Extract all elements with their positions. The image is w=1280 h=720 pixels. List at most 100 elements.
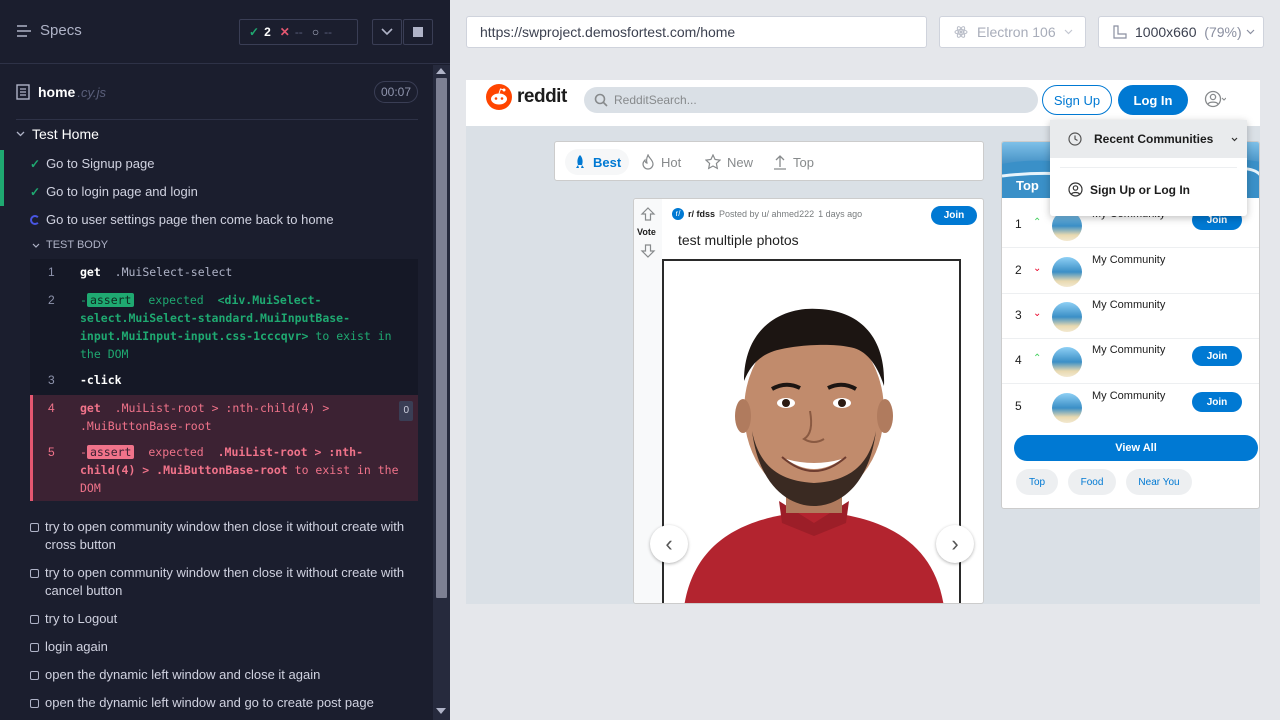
viewport-selector[interactable]: 1000x660 (79%) [1098, 16, 1264, 48]
downvote-icon[interactable] [640, 243, 656, 259]
assert-subject: child(4) > .MuiButtonBase-root [80, 463, 288, 477]
pending-test-row[interactable]: open the dynamic left window and close i… [30, 666, 410, 684]
community-name[interactable]: My Community [1092, 299, 1165, 311]
community-row[interactable]: 2 ⌄ My Community [1002, 249, 1259, 294]
sort-tab-new[interactable]: New [697, 149, 761, 175]
trend-up-icon: ⌃ [1033, 217, 1042, 228]
test-row[interactable]: ✓ Go to login page and login [30, 184, 198, 199]
community-rank: 1 [1015, 217, 1022, 231]
join-button[interactable]: Join [931, 206, 977, 225]
url-text: https://swproject.demosfortest.com/home [480, 24, 736, 40]
spinner-icon: ○ [311, 25, 320, 39]
pending-test-row[interactable]: try to open community window then close … [30, 518, 410, 554]
pending-icon [30, 523, 39, 532]
scrollbar-thumb[interactable] [436, 78, 447, 598]
command-number: 3 [48, 373, 55, 387]
assert-subject: select.MuiSelect-standard.MuiInputBase- [80, 311, 351, 325]
command-name: get [80, 265, 101, 279]
star-icon [705, 154, 721, 170]
test-title: Go to user settings page then come back … [46, 212, 334, 227]
clock-icon [1068, 132, 1082, 146]
test-row[interactable]: ✓ Go to Signup page [30, 156, 154, 171]
reddit-wordmark: reddit [517, 86, 567, 107]
sort-tab-top[interactable]: Top [765, 149, 822, 175]
retry-count-badge: 0 [399, 401, 413, 421]
community-name[interactable]: My Community [1092, 344, 1165, 356]
carousel-next-button[interactable]: › [936, 525, 974, 563]
chevron-right-icon: › [951, 531, 959, 556]
sign-up-or-log-in-item[interactable]: Sign Up or Log In [1068, 182, 1190, 197]
pending-test-row[interactable]: login again [30, 638, 410, 656]
community-name[interactable]: My Community [1092, 254, 1165, 266]
specs-button[interactable]: Specs [16, 22, 82, 39]
suite-label: Test Home [32, 126, 99, 142]
command-row[interactable]: 3 -click [30, 369, 418, 395]
post-card[interactable]: Vote r/ r/ fdss Posted by u/ ahmed222 1 … [633, 198, 984, 604]
chevron-left-icon: ‹ [665, 531, 673, 556]
reddit-logo[interactable]: reddit [486, 84, 567, 110]
failed-command-group[interactable]: 4 get .MuiList-root > :nth-child(4) > .M… [30, 395, 418, 501]
scroll-down-arrow-icon[interactable] [436, 708, 446, 714]
collapse-button[interactable] [372, 19, 402, 45]
chevron-down-icon [381, 28, 393, 36]
post-title[interactable]: test multiple photos [678, 232, 799, 248]
test-body-toggle[interactable]: TEST BODY [32, 239, 108, 251]
passed-value: 2 [264, 25, 271, 39]
search-input[interactable]: RedditSearch... [584, 87, 1038, 113]
sign-up-button[interactable]: Sign Up [1042, 85, 1112, 115]
community-avatar [1052, 302, 1082, 332]
chip-food[interactable]: Food [1068, 469, 1116, 495]
chip-near-you[interactable]: Near You [1126, 469, 1192, 495]
carousel-prev-button[interactable]: ‹ [650, 525, 688, 563]
suite-title[interactable]: Test Home [16, 126, 99, 142]
community-rank: 4 [1015, 353, 1022, 367]
command-name: -click [80, 373, 122, 387]
menu-lines-icon [17, 24, 31, 37]
stop-button[interactable] [403, 19, 433, 45]
post-image[interactable] [662, 259, 961, 603]
divider [16, 119, 418, 120]
recent-communities-item[interactable]: Recent Communities [1050, 120, 1247, 158]
passed-count: ✓ 2 [249, 25, 271, 39]
chevron-down-icon [32, 243, 40, 248]
sort-tab-hot[interactable]: Hot [633, 149, 689, 175]
post-meta: r/ r/ fdss Posted by u/ ahmed222 1 days … [672, 208, 862, 220]
join-button[interactable]: Join [1192, 346, 1242, 366]
sort-tab-best[interactable]: Best [565, 149, 630, 175]
scroll-up-arrow-icon[interactable] [436, 68, 446, 74]
test-title: try to Logout [45, 611, 118, 626]
chip-top[interactable]: Top [1016, 469, 1058, 495]
pass-indicator [0, 150, 4, 178]
pending-test-row[interactable]: open the dynamic left window and go to c… [30, 694, 410, 712]
check-icon: ✓ [30, 184, 41, 199]
upvote-icon[interactable] [640, 206, 656, 222]
url-bar[interactable]: https://swproject.demosfortest.com/home [466, 16, 927, 48]
view-all-button[interactable]: View All [1014, 435, 1258, 461]
community-row[interactable]: 5 My Community Join [1002, 385, 1259, 430]
sort-label: Hot [661, 154, 682, 170]
pending-icon [30, 671, 39, 680]
user-menu-icon[interactable] [1204, 90, 1226, 108]
command-log-panel: Specs ✓ 2 ✕ -- ○ -- home .cy.js 00:07 Test … [0, 0, 450, 720]
command-message: .MuiList-root > :nth-child(4) > [114, 401, 330, 415]
assert-tail: the DOM [80, 347, 129, 361]
failed-count: ✕ -- [280, 25, 303, 39]
zoom-level: (79%) [1204, 24, 1242, 40]
community-row[interactable]: 3 ⌄ My Community [1002, 294, 1259, 339]
community-row[interactable]: 4 ⌃ My Community Join [1002, 339, 1259, 384]
spec-file-name: home [38, 84, 76, 100]
pending-test-row[interactable]: try to open community window then close … [30, 564, 410, 600]
join-button[interactable]: Join [1192, 392, 1242, 412]
pending-test-row[interactable]: try to Logout [30, 610, 410, 628]
command-message: .MuiButtonBase-root [80, 419, 212, 433]
browser-selector[interactable]: Electron 106 [939, 16, 1086, 48]
log-in-button[interactable]: Log In [1118, 85, 1188, 115]
test-row-running[interactable]: Go to user settings page then come back … [30, 212, 334, 227]
command-number: 5 [48, 445, 55, 459]
command-row[interactable]: 1 get .MuiSelect-select [30, 259, 418, 285]
post-author[interactable]: Posted by u/ ahmed222 [719, 209, 814, 219]
command-message: .MuiSelect-select [114, 265, 233, 279]
command-row[interactable]: 2 - assert expected <div.MuiSelect- selec… [30, 289, 418, 367]
subreddit-link[interactable]: r/ fdss [688, 209, 715, 219]
community-name[interactable]: My Community [1092, 390, 1165, 402]
